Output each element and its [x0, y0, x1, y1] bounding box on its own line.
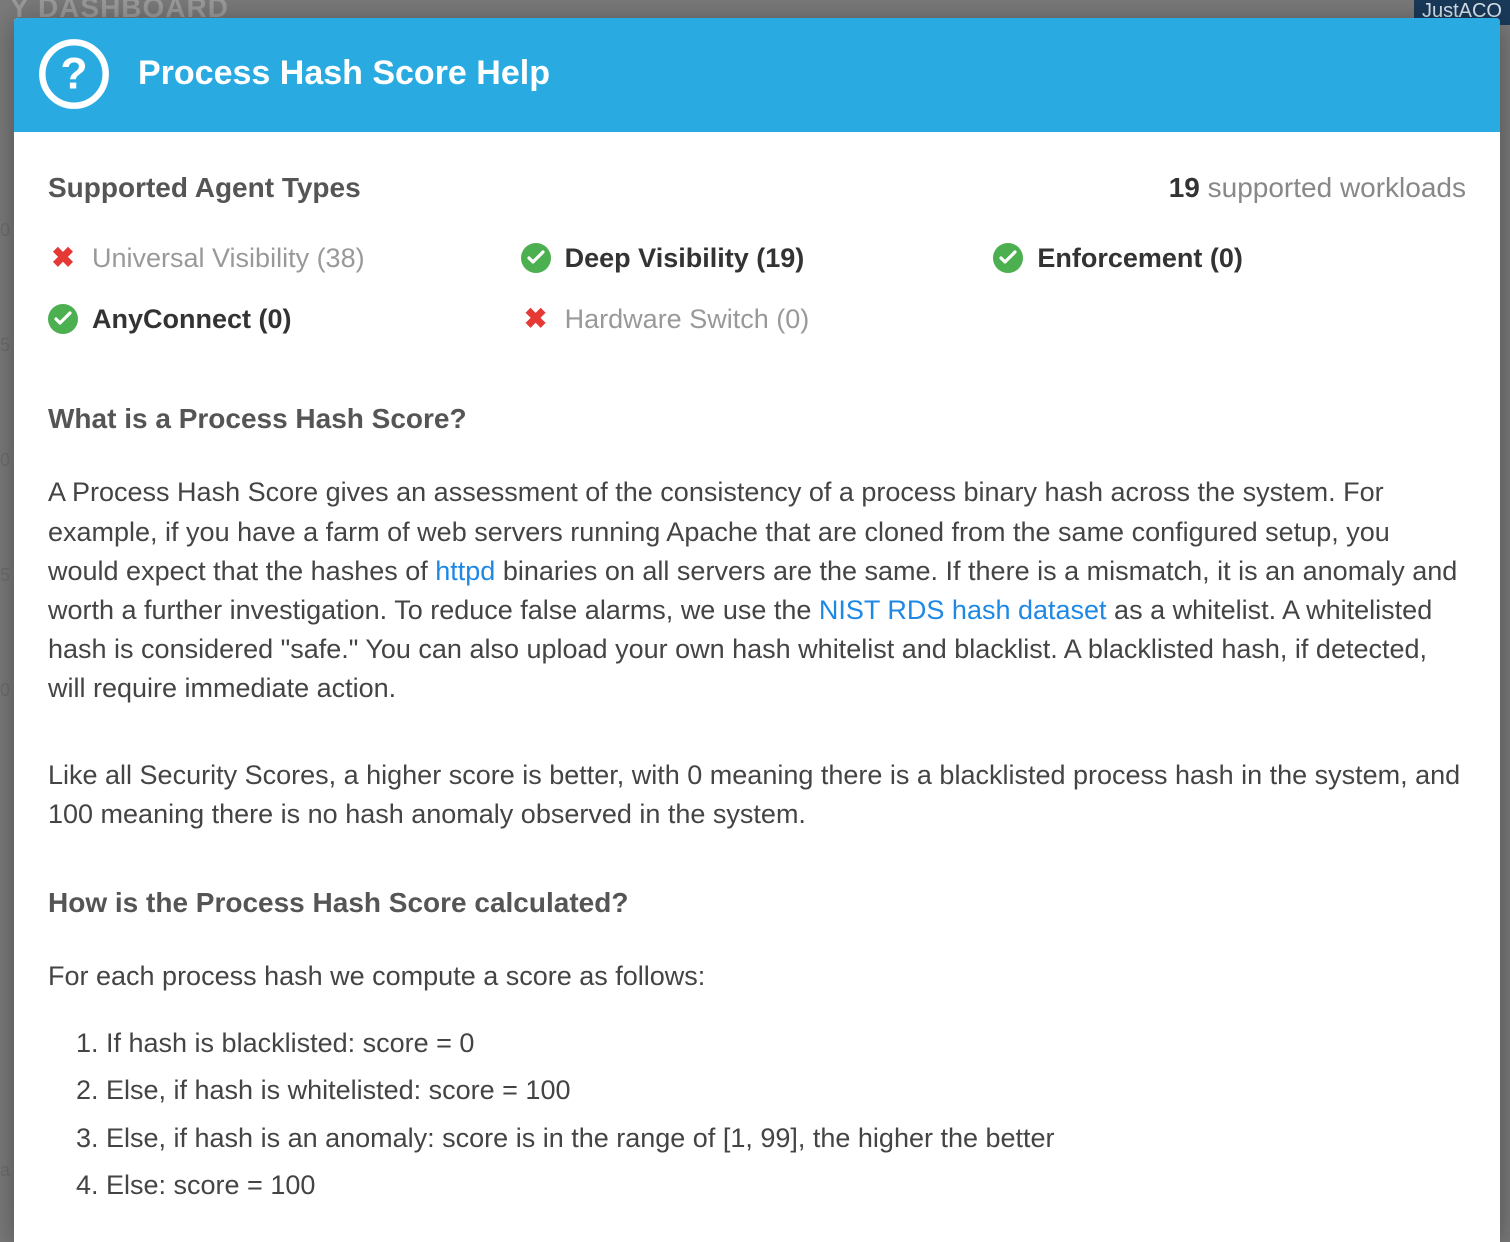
- score-rule-item: Else, if hash is whitelisted: score = 10…: [106, 1071, 1466, 1110]
- score-rule-item: If hash is blacklisted: score = 0: [106, 1024, 1466, 1063]
- check-icon: [48, 304, 78, 334]
- bg-axis-tick: a: [0, 1160, 10, 1181]
- bg-axis-tick: 5: [0, 335, 10, 356]
- bg-axis-tick: 0: [0, 450, 10, 471]
- score-rules-list: If hash is blacklisted: score = 0 Else, i…: [48, 1024, 1466, 1205]
- help-icon: ?: [38, 38, 110, 110]
- supported-workloads-count: 19 supported workloads: [1169, 168, 1466, 209]
- what-is-heading: What is a Process Hash Score?: [48, 399, 1466, 440]
- svg-text:?: ?: [60, 49, 87, 98]
- supported-agents-heading: Supported Agent Types: [48, 168, 361, 209]
- check-icon: [521, 243, 551, 273]
- check-icon: [993, 243, 1023, 273]
- score-rule-item: Else: score = 100: [106, 1166, 1466, 1205]
- cross-icon: ✖: [48, 243, 78, 273]
- modal-header: ? Process Hash Score Help: [14, 18, 1500, 132]
- agent-type-label: Enforcement (0): [1037, 239, 1243, 278]
- how-intro: For each process hash we compute a score…: [48, 957, 1466, 996]
- agent-type-enforcement: Enforcement (0): [993, 239, 1466, 278]
- nist-rds-link[interactable]: NIST RDS hash dataset: [819, 595, 1107, 625]
- how-calculated-heading: How is the Process Hash Score calculated…: [48, 883, 1466, 924]
- bg-axis-tick: 5: [0, 565, 10, 586]
- agent-type-label: AnyConnect (0): [92, 300, 292, 339]
- agent-type-universal-visibility: ✖ Universal Visibility (38): [48, 239, 521, 278]
- bg-axis-tick: 0: [0, 220, 10, 241]
- what-is-paragraph-1: A Process Hash Score gives an assessment…: [48, 473, 1466, 708]
- agent-type-anyconnect: AnyConnect (0): [48, 300, 521, 339]
- workloads-number: 19: [1169, 172, 1200, 203]
- agent-type-label: Universal Visibility (38): [92, 239, 365, 278]
- bg-axis-tick: 0: [0, 680, 10, 701]
- what-is-paragraph-2: Like all Security Scores, a higher score…: [48, 756, 1466, 834]
- agent-type-hardware-switch: ✖ Hardware Switch (0): [521, 300, 994, 339]
- agent-type-label: Hardware Switch (0): [565, 300, 810, 339]
- modal-body: Supported Agent Types 19 supported workl…: [14, 132, 1500, 1242]
- modal-title: Process Hash Score Help: [138, 55, 550, 92]
- httpd-link[interactable]: httpd: [435, 556, 495, 586]
- agent-type-label: Deep Visibility (19): [565, 239, 805, 278]
- help-modal: ? Process Hash Score Help Supported Agen…: [14, 18, 1500, 1242]
- agent-types-grid: ✖ Universal Visibility (38) Deep Visibilit…: [48, 239, 1466, 339]
- cross-icon: ✖: [521, 304, 551, 334]
- workloads-label: supported workloads: [1200, 172, 1466, 203]
- score-rule-item: Else, if hash is an anomaly: score is in…: [106, 1119, 1466, 1158]
- agent-type-deep-visibility: Deep Visibility (19): [521, 239, 994, 278]
